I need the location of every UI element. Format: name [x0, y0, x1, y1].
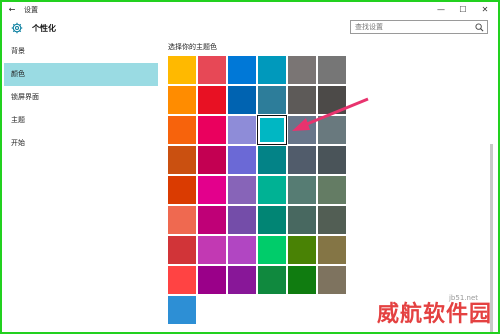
accent-color-swatch[interactable] — [288, 266, 316, 294]
accent-color-swatch[interactable] — [198, 146, 226, 174]
sidebar-item-colors[interactable]: 颜色 — [4, 63, 158, 86]
page-title: 个性化 — [32, 23, 56, 33]
accent-color-swatch[interactable] — [258, 176, 286, 204]
accent-color-swatch[interactable] — [198, 236, 226, 264]
accent-color-swatch[interactable] — [318, 236, 346, 264]
gear-icon — [10, 21, 24, 35]
accent-color-swatch[interactable] — [258, 236, 286, 264]
sidebar-item-lock-screen[interactable]: 锁屏界面 — [4, 86, 158, 109]
sidebar-item-background[interactable]: 背景 — [4, 40, 158, 63]
accent-color-swatch-selected[interactable] — [257, 115, 287, 145]
accent-color-swatch[interactable] — [198, 176, 226, 204]
accent-color-swatch[interactable] — [318, 266, 346, 294]
accent-color-swatch[interactable] — [288, 176, 316, 204]
search-input[interactable] — [355, 23, 465, 31]
accent-color-swatch[interactable] — [168, 176, 196, 204]
back-button[interactable]: ← — [4, 4, 20, 16]
close-button[interactable]: ✕ — [474, 4, 496, 16]
accent-color-swatch[interactable] — [318, 176, 346, 204]
sidebar: 背景 颜色 锁屏界面 主题 开始 — [4, 40, 158, 330]
main-content: 选择你的主题色 — [158, 40, 496, 332]
accent-color-swatch[interactable] — [198, 86, 226, 114]
accent-color-swatch[interactable] — [318, 146, 346, 174]
window-title: 设置 — [24, 6, 38, 14]
accent-color-swatch[interactable] — [288, 146, 316, 174]
title-bar: ← 设置 — ☐ ✕ — [4, 4, 496, 16]
accent-color-swatch[interactable] — [318, 116, 346, 144]
accent-color-swatch[interactable] — [168, 116, 196, 144]
accent-color-swatch[interactable] — [228, 56, 256, 84]
accent-color-swatch[interactable] — [198, 206, 226, 234]
scrollbar[interactable] — [490, 44, 493, 332]
maximize-button[interactable]: ☐ — [452, 4, 474, 16]
accent-color-swatch[interactable] — [228, 236, 256, 264]
minimize-button[interactable]: — — [430, 4, 452, 16]
accent-color-swatch[interactable] — [288, 56, 316, 84]
sidebar-item-themes[interactable]: 主题 — [4, 109, 158, 132]
accent-color-swatch[interactable] — [318, 86, 346, 114]
settings-window: ← 设置 — ☐ ✕ 个性化 查找设置 背景 颜色 锁屏界面 主题 开始 选择你… — [0, 0, 500, 334]
sidebar-item-start[interactable]: 开始 — [4, 132, 158, 155]
accent-color-swatch[interactable] — [168, 146, 196, 174]
accent-color-swatch[interactable] — [228, 116, 256, 144]
accent-color-swatch[interactable] — [228, 176, 256, 204]
accent-color-swatch[interactable] — [168, 296, 196, 324]
accent-color-swatch[interactable] — [168, 86, 196, 114]
accent-color-swatch[interactable] — [258, 86, 286, 114]
accent-color-swatch[interactable] — [228, 266, 256, 294]
window-controls: — ☐ ✕ — [430, 4, 496, 16]
accent-color-swatch[interactable] — [258, 266, 286, 294]
accent-color-swatch[interactable] — [318, 56, 346, 84]
accent-color-swatch[interactable] — [198, 266, 226, 294]
accent-color-swatch[interactable] — [258, 56, 286, 84]
search-icon[interactable] — [475, 22, 484, 32]
accent-color-swatch[interactable] — [168, 56, 196, 84]
search-box[interactable] — [350, 20, 488, 34]
accent-color-swatch[interactable] — [288, 206, 316, 234]
accent-color-swatch[interactable] — [288, 116, 316, 144]
accent-color-swatch[interactable] — [258, 206, 286, 234]
accent-color-swatch[interactable] — [168, 236, 196, 264]
accent-color-swatch[interactable] — [258, 146, 286, 174]
accent-color-swatch[interactable] — [198, 116, 226, 144]
accent-color-swatch[interactable] — [318, 206, 346, 234]
accent-color-swatch[interactable] — [168, 206, 196, 234]
accent-color-swatch[interactable] — [198, 56, 226, 84]
accent-color-swatch[interactable] — [288, 86, 316, 114]
accent-color-swatch[interactable] — [228, 146, 256, 174]
watermark: 威航软件园 — [376, 301, 492, 327]
accent-color-heading: 选择你的主题色 — [168, 43, 217, 51]
accent-color-swatch[interactable] — [288, 236, 316, 264]
accent-color-swatch[interactable] — [168, 266, 196, 294]
accent-color-swatch[interactable] — [228, 86, 256, 114]
page-header: 个性化 — [4, 16, 496, 40]
accent-color-swatch[interactable] — [228, 206, 256, 234]
